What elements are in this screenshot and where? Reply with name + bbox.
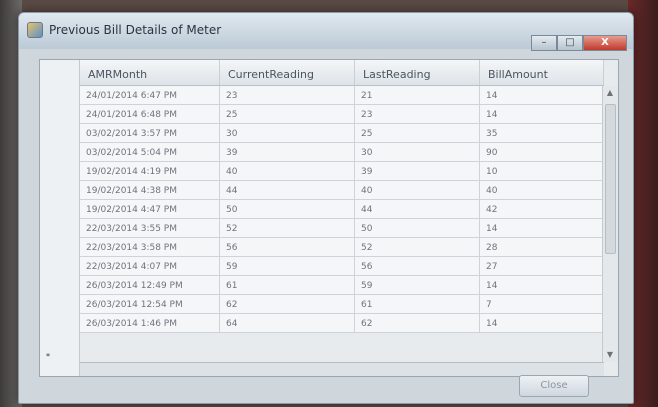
cell-bill-amount[interactable]: 42	[480, 200, 604, 219]
cell-last-reading[interactable]: 52	[355, 238, 480, 257]
minimize-button[interactable]: –	[531, 35, 557, 51]
cell-last-reading[interactable]: 23	[355, 105, 480, 124]
cell-bill-amount[interactable]: 27	[480, 257, 604, 276]
table-row[interactable]: 24/01/2014 6:48 PM 25 23 14	[80, 105, 604, 124]
cell-current-reading[interactable]: 44	[220, 181, 355, 200]
cell-bill-amount[interactable]: 14	[480, 105, 604, 124]
table-row[interactable]: 22/03/2014 4:07 PM 59 56 27	[80, 257, 604, 276]
column-header-amr-month[interactable]: AMRMonth	[80, 60, 220, 85]
cell-current-reading[interactable]: 59	[220, 257, 355, 276]
cell-last-reading[interactable]: 50	[355, 219, 480, 238]
cell-last-reading[interactable]: 21	[355, 86, 480, 105]
cell-current-reading[interactable]: 25	[220, 105, 355, 124]
column-header-bill-amount[interactable]: BillAmount	[480, 60, 604, 85]
cell-last-reading[interactable]: 44	[355, 200, 480, 219]
cell-bill-amount[interactable]: 14	[480, 86, 604, 105]
cell-last-reading[interactable]: 61	[355, 295, 480, 314]
table-row[interactable]: 03/02/2014 3:57 PM 30 25 35	[80, 124, 604, 143]
cell-amr-month[interactable]: 19/02/2014 4:19 PM	[80, 162, 220, 181]
table-row[interactable]: 26/03/2014 12:54 PM 62 61 7	[80, 295, 604, 314]
close-window-button[interactable]: X	[583, 35, 627, 51]
cell-current-reading[interactable]: 64	[220, 314, 355, 333]
cell-bill-amount[interactable]: 14	[480, 314, 604, 333]
title-bar[interactable]: Previous Bill Details of Meter – □ X	[19, 13, 633, 51]
column-header-row: AMRMonth CurrentReading LastReading Bill…	[80, 60, 604, 86]
cell-amr-month[interactable]: 19/02/2014 4:47 PM	[80, 200, 220, 219]
cell-last-reading[interactable]: 39	[355, 162, 480, 181]
cell-bill-amount[interactable]: 14	[480, 219, 604, 238]
row-header-column[interactable]	[40, 60, 80, 376]
bill-data-grid[interactable]: AMRMonth CurrentReading LastReading Bill…	[39, 59, 619, 377]
grid-rows: 24/01/2014 6:47 PM 23 21 14 24/01/2014 6:48 …	[80, 86, 604, 333]
cell-current-reading[interactable]: 62	[220, 295, 355, 314]
cell-bill-amount[interactable]: 90	[480, 143, 604, 162]
cell-amr-month[interactable]: 22/03/2014 3:55 PM	[80, 219, 220, 238]
cell-bill-amount[interactable]: 10	[480, 162, 604, 181]
cell-last-reading[interactable]: 40	[355, 181, 480, 200]
cell-amr-month[interactable]: 03/02/2014 5:04 PM	[80, 143, 220, 162]
bill-details-window: Previous Bill Details of Meter – □ X AMR…	[18, 12, 634, 404]
table-row[interactable]: 03/02/2014 5:04 PM 39 30 90	[80, 143, 604, 162]
cell-bill-amount[interactable]: 35	[480, 124, 604, 143]
cell-amr-month[interactable]: 22/03/2014 4:07 PM	[80, 257, 220, 276]
cell-last-reading[interactable]: 59	[355, 276, 480, 295]
new-row-marker: *	[46, 352, 50, 361]
cell-current-reading[interactable]: 39	[220, 143, 355, 162]
cell-amr-month[interactable]: 19/02/2014 4:38 PM	[80, 181, 220, 200]
cell-bill-amount[interactable]: 14	[480, 276, 604, 295]
cell-current-reading[interactable]: 61	[220, 276, 355, 295]
window-title: Previous Bill Details of Meter	[49, 23, 222, 37]
cell-amr-month[interactable]: 22/03/2014 3:58 PM	[80, 238, 220, 257]
cell-bill-amount[interactable]: 7	[480, 295, 604, 314]
cell-current-reading[interactable]: 56	[220, 238, 355, 257]
scroll-up-icon[interactable]: ▲	[603, 86, 617, 100]
table-row[interactable]: 26/03/2014 1:46 PM 64 62 14	[80, 314, 604, 333]
table-row[interactable]: 22/03/2014 3:55 PM 52 50 14	[80, 219, 604, 238]
table-row[interactable]: 24/01/2014 6:47 PM 23 21 14	[80, 86, 604, 105]
window-controls: – □ X	[531, 35, 627, 53]
table-row[interactable]: 19/02/2014 4:38 PM 44 40 40	[80, 181, 604, 200]
cell-current-reading[interactable]: 23	[220, 86, 355, 105]
cell-amr-month[interactable]: 03/02/2014 3:57 PM	[80, 124, 220, 143]
cell-current-reading[interactable]: 30	[220, 124, 355, 143]
cell-amr-month[interactable]: 24/01/2014 6:47 PM	[80, 86, 220, 105]
cell-amr-month[interactable]: 26/03/2014 12:49 PM	[80, 276, 220, 295]
table-row[interactable]: 26/03/2014 12:49 PM 61 59 14	[80, 276, 604, 295]
table-row[interactable]: 22/03/2014 3:58 PM 56 52 28	[80, 238, 604, 257]
cell-current-reading[interactable]: 50	[220, 200, 355, 219]
column-header-current-reading[interactable]: CurrentReading	[220, 60, 355, 85]
cell-last-reading[interactable]: 62	[355, 314, 480, 333]
app-icon	[27, 22, 43, 38]
table-row[interactable]: 19/02/2014 4:19 PM 40 39 10	[80, 162, 604, 181]
table-row[interactable]: 19/02/2014 4:47 PM 50 44 42	[80, 200, 604, 219]
column-header-last-reading[interactable]: LastReading	[355, 60, 480, 85]
cell-current-reading[interactable]: 40	[220, 162, 355, 181]
close-button[interactable]: Close	[519, 375, 589, 397]
cell-last-reading[interactable]: 56	[355, 257, 480, 276]
vertical-scroll-thumb[interactable]	[605, 104, 616, 254]
vertical-scrollbar[interactable]: ▲ ▼	[602, 86, 618, 362]
horizontal-scrollbar[interactable]	[80, 362, 604, 376]
cell-last-reading[interactable]: 25	[355, 124, 480, 143]
cell-current-reading[interactable]: 52	[220, 219, 355, 238]
cell-bill-amount[interactable]: 28	[480, 238, 604, 257]
cell-amr-month[interactable]: 24/01/2014 6:48 PM	[80, 105, 220, 124]
maximize-button[interactable]: □	[557, 35, 583, 51]
cell-bill-amount[interactable]: 40	[480, 181, 604, 200]
cell-last-reading[interactable]: 30	[355, 143, 480, 162]
cell-amr-month[interactable]: 26/03/2014 1:46 PM	[80, 314, 220, 333]
scroll-down-icon[interactable]: ▼	[603, 348, 617, 362]
cell-amr-month[interactable]: 26/03/2014 12:54 PM	[80, 295, 220, 314]
